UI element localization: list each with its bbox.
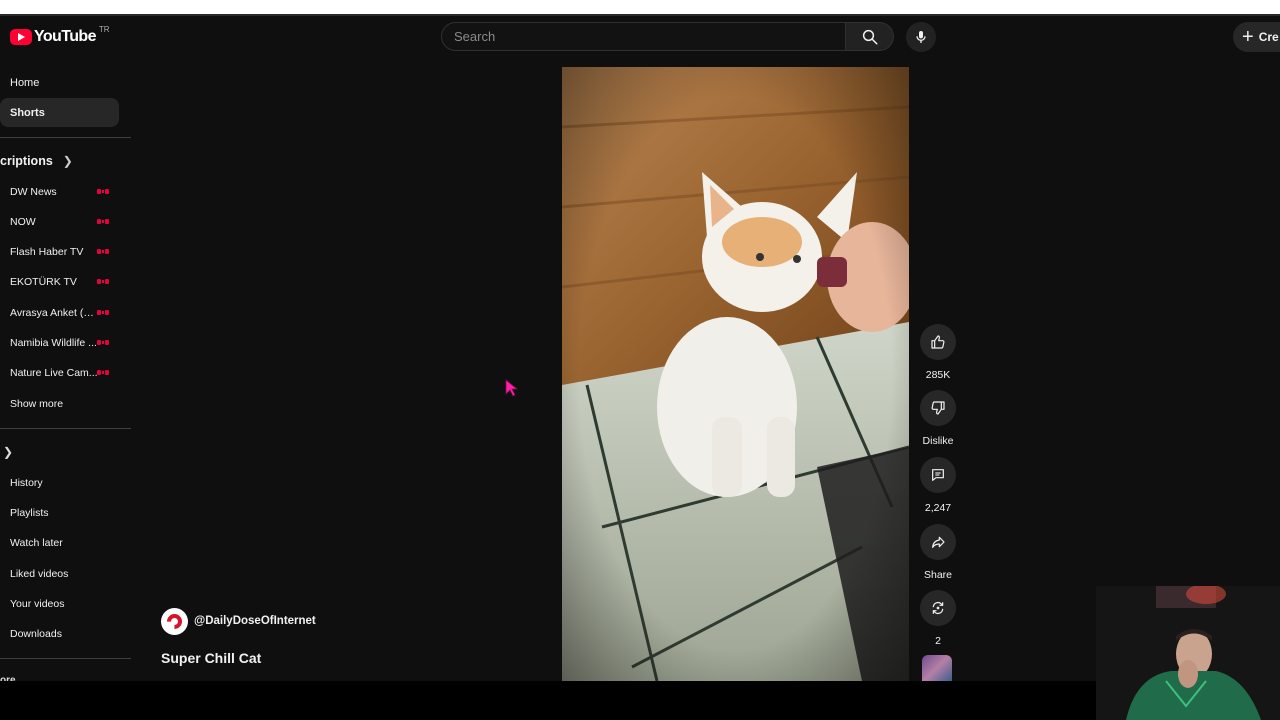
sidebar-item-watch-later[interactable]: Watch later <box>0 528 119 557</box>
video-title: Super Chill Cat <box>161 650 262 666</box>
subscription-label: NOW <box>10 215 36 228</box>
sidebar-item-label: Watch later <box>10 536 63 549</box>
live-icon <box>97 249 109 254</box>
sidebar-item-downloads[interactable]: Downloads <box>0 619 119 648</box>
sidebar-item-label: History <box>10 476 43 489</box>
sidebar-item-label: Your videos <box>10 597 65 610</box>
sidebar-item-label: Downloads <box>10 627 62 640</box>
sound-thumbnail[interactable] <box>922 655 952 681</box>
subscription-avrasya-anket[interactable]: Avrasya Anket (K... <box>0 298 119 327</box>
remix-button-circle[interactable] <box>920 590 956 626</box>
create-button[interactable]: + Cre <box>1233 22 1280 52</box>
subscription-flash-haber-tv[interactable]: Flash Haber TV <box>0 237 119 266</box>
sidebar-item-label: Shorts <box>10 106 45 119</box>
subscription-dw-news[interactable]: DW News <box>0 177 119 206</box>
share-icon <box>932 536 945 548</box>
channel-handle[interactable]: @DailyDoseOfInternet <box>194 615 316 627</box>
dislike-button-circle[interactable] <box>920 390 956 426</box>
like-button[interactable]: 285K <box>920 324 956 381</box>
remix-count: 2 <box>935 635 941 647</box>
thumbs-down-icon <box>931 401 945 415</box>
like-count: 285K <box>925 369 951 381</box>
short-video-player[interactable] <box>562 67 909 681</box>
sidebar-divider <box>0 658 131 659</box>
subscription-label: EKOTÜRK TV <box>10 275 77 288</box>
comments-button[interactable]: 2,247 <box>920 457 956 514</box>
live-icon <box>97 310 109 315</box>
subscription-label: Nature Live Cam... <box>10 366 98 379</box>
browser-top-edge <box>0 14 1280 16</box>
chevron-right-icon: ❯ <box>62 154 73 168</box>
microphone-icon <box>916 31 926 43</box>
comment-icon <box>932 469 944 481</box>
show-more-label: Show more <box>10 397 64 410</box>
live-icon <box>97 370 109 375</box>
webcam-overlay <box>1096 586 1280 720</box>
mouse-cursor-icon <box>505 379 519 397</box>
subscriptions-title: criptions <box>0 154 53 168</box>
search-button[interactable] <box>846 22 894 51</box>
webcam-person-image <box>1096 586 1280 720</box>
sidebar-item-playlists[interactable]: Playlists <box>0 498 119 527</box>
subscription-label: Avrasya Anket (K... <box>10 306 98 319</box>
voice-search-button[interactable] <box>906 22 936 52</box>
dislike-button[interactable]: Dislike <box>920 390 956 447</box>
like-button-circle[interactable] <box>920 324 956 360</box>
sidebar-item-history[interactable]: History <box>0 468 119 497</box>
share-label: Share <box>923 569 953 581</box>
subscription-label: Flash Haber TV <box>10 245 84 258</box>
bottom-black-bar <box>0 681 1280 720</box>
live-icon <box>97 279 109 284</box>
country-code: TR <box>98 24 110 34</box>
video-frame-cat <box>562 67 909 681</box>
share-button[interactable]: Share <box>920 524 956 581</box>
sidebar-divider <box>0 137 131 138</box>
youtube-play-icon <box>10 29 32 45</box>
sidebar-item-label: Home <box>10 76 40 89</box>
browser-top-strip <box>0 0 1280 14</box>
subscription-namibia-wildlife[interactable]: Namibia Wildlife ... <box>0 328 119 357</box>
sidebar-divider <box>0 428 131 429</box>
search-bar <box>441 22 846 51</box>
sidebar-item-label: Playlists <box>10 506 49 519</box>
sidebar-item-shorts[interactable]: Shorts <box>0 98 119 127</box>
thumbs-up-icon <box>931 335 945 349</box>
search-icon <box>862 29 877 44</box>
dislike-label: Dislike <box>922 435 954 447</box>
sidebar-item-label: Liked videos <box>10 567 69 580</box>
sidebar-item-your-videos[interactable]: Your videos <box>0 589 119 618</box>
subscription-label: DW News <box>10 185 57 198</box>
comments-button-circle[interactable] <box>920 457 956 493</box>
live-icon <box>97 189 109 194</box>
sidebar-item-home[interactable]: Home <box>0 68 119 97</box>
subscription-now[interactable]: NOW <box>0 207 119 236</box>
logo-text: YouTube <box>34 28 96 45</box>
create-label: Cre <box>1258 30 1279 44</box>
subscription-nature-live-cam[interactable]: Nature Live Cam... <box>0 358 119 387</box>
channel-avatar[interactable] <box>161 608 188 635</box>
search-input[interactable] <box>442 23 846 50</box>
subscription-ekoturk-tv[interactable]: EKOTÜRK TV <box>0 267 119 296</box>
subscription-label: Namibia Wildlife ... <box>10 336 97 349</box>
plus-icon: + <box>1242 26 1254 48</box>
sidebar-item-liked-videos[interactable]: Liked videos <box>0 559 119 588</box>
show-more-button[interactable]: Show more <box>0 389 119 418</box>
share-button-circle[interactable] <box>920 524 956 560</box>
subscriptions-heading[interactable]: criptions ❯ <box>0 154 73 168</box>
live-icon <box>97 340 109 345</box>
remix-button[interactable]: 2 <box>920 590 956 647</box>
channel-logo-icon <box>163 610 186 633</box>
youtube-logo[interactable]: YouTube TR <box>10 24 110 46</box>
chevron-right-icon[interactable]: ❯ <box>3 445 13 459</box>
remix-icon <box>932 601 944 615</box>
live-icon <box>97 219 109 224</box>
comment-count: 2,247 <box>924 502 952 514</box>
